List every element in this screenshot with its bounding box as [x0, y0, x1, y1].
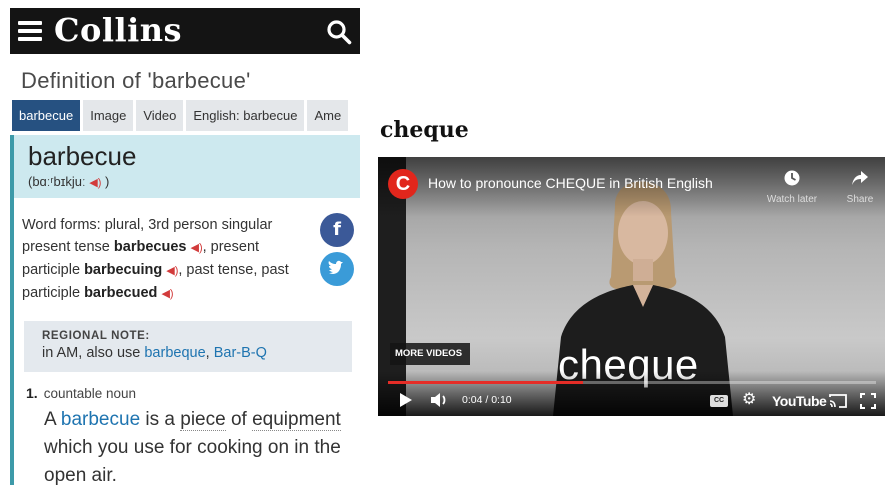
watch-later-label: Watch later	[766, 194, 818, 205]
speaker-icon[interactable]: ◀)	[161, 288, 173, 300]
speaker-icon[interactable]: ◀)	[190, 242, 202, 254]
cast-icon[interactable]	[828, 393, 848, 409]
pronunciation-end: )	[104, 174, 110, 189]
link-bar-b-q[interactable]: Bar-B-Q	[214, 345, 267, 361]
youtube-logo[interactable]: YouTube	[772, 393, 827, 409]
video-player[interactable]: C How to pronounce CHEQUE in British Eng…	[378, 157, 885, 416]
pronunciation: (bɑːʳbɪkjuː ◀) )	[28, 174, 109, 189]
definition-text: of	[225, 409, 253, 430]
hamburger-menu-icon[interactable]	[18, 21, 42, 41]
part-of-speech: countable noun	[43, 386, 137, 401]
share-button[interactable]: Share	[838, 169, 882, 205]
time-display: 0:04 / 0:10	[462, 394, 512, 406]
word-form: barbecues	[113, 239, 187, 255]
link-barbeque[interactable]: barbeque	[144, 345, 205, 361]
sense-number: 1.	[26, 385, 38, 401]
collins-dictionary-panel: Collins Definition of 'barbecue' barbecu…	[10, 8, 360, 486]
facebook-share-icon[interactable]: f	[320, 213, 354, 247]
tab-barbecue[interactable]: barbecue	[12, 100, 81, 131]
twitter-share-icon[interactable]	[320, 252, 354, 286]
more-videos-button[interactable]: MORE VIDEOS	[390, 343, 470, 365]
progress-fill	[388, 381, 584, 384]
play-icon[interactable]	[400, 393, 412, 407]
dictionary-entry: barbecue (bɑːʳbɪkjuː ◀) ) Word forms: pl…	[10, 135, 360, 486]
tab-image[interactable]: Image	[83, 100, 134, 131]
volume-icon[interactable]	[430, 391, 450, 409]
definition-text: A	[44, 409, 61, 430]
definition-text: which you use for cooking on in the open	[44, 437, 341, 486]
captions-icon[interactable]: CC	[710, 395, 728, 407]
definition-word-link[interactable]: piece	[180, 409, 226, 431]
definition-text: .	[111, 465, 117, 486]
clock-icon	[784, 170, 800, 186]
regional-note-body: in AM, also use	[42, 345, 145, 361]
search-icon[interactable]	[326, 19, 352, 45]
definition: A barbecue is a piece of equipment which…	[44, 406, 344, 486]
speaker-icon[interactable]: ◀)	[89, 177, 101, 189]
sense-header: 1. countable noun	[26, 385, 136, 401]
share-arrow-icon	[852, 171, 868, 185]
settings-gear-icon[interactable]: ⚙	[742, 392, 756, 408]
headword-box: barbecue (bɑːʳbɪkjuː ◀) )	[14, 135, 360, 198]
video-title[interactable]: How to pronounce CHEQUE in British Engli…	[428, 175, 713, 191]
site-header: Collins	[10, 8, 360, 54]
twitter-bird-icon	[328, 260, 343, 274]
pronunciation-text: (bɑːʳbɪkjuː	[28, 174, 86, 189]
definition-text: is a	[140, 409, 181, 430]
word-form: barbecued	[84, 285, 158, 301]
definition-headword-link[interactable]: barbecue	[61, 409, 140, 430]
tab-english[interactable]: English: barbecue	[186, 100, 305, 131]
regional-note-comma: ,	[205, 345, 214, 361]
tab-american[interactable]: Ame	[307, 100, 349, 131]
headword: barbecue	[28, 141, 137, 171]
progress-bar[interactable]	[388, 381, 876, 384]
channel-logo[interactable]: C	[388, 169, 418, 199]
word-heading: cheque	[380, 117, 469, 143]
page-title: Definition of 'barbecue'	[21, 68, 251, 93]
regional-note-label: REGIONAL NOTE:	[42, 330, 150, 342]
regional-note-text: in AM, also use barbeque, Bar-B-Q	[42, 345, 352, 361]
fullscreen-icon[interactable]	[860, 393, 876, 409]
regional-note: REGIONAL NOTE: in AM, also use barbeque,…	[24, 321, 352, 372]
speaker-icon[interactable]: ◀)	[166, 265, 178, 277]
tab-video[interactable]: Video	[136, 100, 184, 131]
share-label: Share	[846, 194, 874, 205]
word-form: barbecuing	[84, 262, 163, 278]
definition-word-link[interactable]: air	[91, 465, 112, 486]
collins-logo[interactable]: Collins	[54, 11, 182, 49]
word-forms: Word forms: plural, 3rd person singular …	[22, 214, 312, 305]
dictionary-tabs: barbecue Image Video English: barbecue A…	[12, 100, 351, 131]
definition-word-link[interactable]: equipment	[252, 409, 341, 431]
watch-later-button[interactable]: Watch later	[763, 169, 821, 205]
